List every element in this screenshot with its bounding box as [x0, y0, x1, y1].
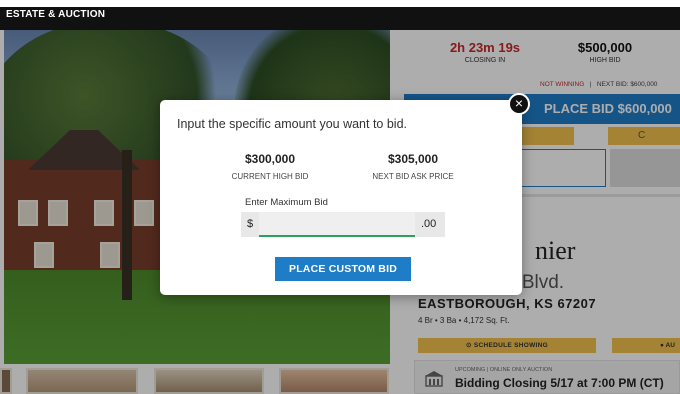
photo-thumbnail[interactable]: [154, 368, 264, 394]
photo-thumbnail[interactable]: [279, 368, 389, 394]
tree-trunk-graphic: [122, 150, 132, 300]
max-bid-field: $ .00: [241, 212, 445, 237]
window-graphic: [48, 200, 68, 226]
auction-info-box: UPCOMING | ONLINE ONLY AUCTION Bidding C…: [414, 360, 680, 394]
auction-info-label: AU: [665, 342, 675, 349]
next-bid-ask-label: NEXT BID ASK PRICE: [372, 172, 454, 181]
address-line-1: nier: [535, 236, 576, 265]
auction-type-label: UPCOMING | ONLINE ONLY AUCTION: [455, 367, 553, 373]
bid-secondary-box[interactable]: [610, 149, 680, 187]
next-bid-status: NEXT BID: $600,000: [596, 81, 658, 88]
modal-title: Input the specific amount you want to bi…: [177, 117, 407, 131]
current-high-bid-label: CURRENT HIGH BID: [231, 172, 309, 181]
max-bid-label: Enter Maximum Bid: [245, 197, 328, 208]
max-bid-input[interactable]: [259, 212, 415, 237]
thumbnail-strip: [0, 368, 390, 394]
city-line: EASTBOROUGH, KS 67207: [418, 296, 597, 311]
bid-status-row: NOT WINNING | NEXT BID: $600,000: [540, 81, 657, 88]
high-bid-value: $500,000: [577, 40, 633, 55]
high-bid: $500,000 HIGH BID: [560, 40, 650, 64]
window-graphic: [34, 242, 54, 268]
property-specs: 4 Br • 3 Ba • 4,172 Sq. Ft.: [418, 316, 510, 325]
brand-logo-text[interactable]: ESTATE & AUCTION: [6, 9, 105, 20]
top-bar: ESTATE & AUCTION: [0, 0, 680, 30]
next-bid-ask-value: $305,000: [387, 152, 439, 166]
custom-bid-modal: Input the specific amount you want to bi…: [160, 93, 530, 295]
photo-thumbnail[interactable]: [0, 368, 12, 394]
window-graphic: [100, 242, 120, 268]
next-bid-ask: $305,000 NEXT BID ASK PRICE: [343, 152, 483, 181]
high-bid-label: HIGH BID: [589, 57, 621, 64]
bid-option-button-partial[interactable]: C: [608, 127, 680, 145]
closing-timer: 2h 23m 19s CLOSING IN: [440, 40, 530, 64]
timer-label: CLOSING IN: [464, 57, 506, 64]
bidding-closing-text: Bidding Closing 5/17 at 7:00 PM (CT): [455, 376, 664, 390]
timer-value: 2h 23m 19s: [449, 40, 521, 55]
window-graphic: [94, 200, 114, 226]
info-icon: ●: [660, 342, 664, 349]
window-graphic: [18, 200, 38, 226]
current-high-bid: $300,000 CURRENT HIGH BID: [200, 152, 340, 181]
schedule-showing-label: SCHEDULE SHOWING: [473, 342, 548, 349]
photo-thumbnail[interactable]: [26, 368, 138, 394]
not-winning-status: NOT WINNING: [540, 81, 585, 88]
house-graphic: [4, 130, 174, 285]
close-icon[interactable]: ×: [508, 93, 530, 115]
schedule-showing-button[interactable]: ⊙ SCHEDULE SHOWING: [418, 338, 596, 353]
cents-suffix: .00: [421, 218, 437, 230]
status-separator: |: [589, 81, 592, 88]
place-custom-bid-button[interactable]: PLACE CUSTOM BID: [275, 257, 411, 281]
clock-icon: ⊙: [466, 342, 472, 349]
auction-info-button[interactable]: ● AU: [612, 338, 680, 353]
building-icon: [425, 371, 443, 387]
window-graphic: [134, 200, 154, 226]
current-high-bid-value: $300,000: [244, 152, 296, 166]
currency-symbol: $: [247, 218, 254, 230]
